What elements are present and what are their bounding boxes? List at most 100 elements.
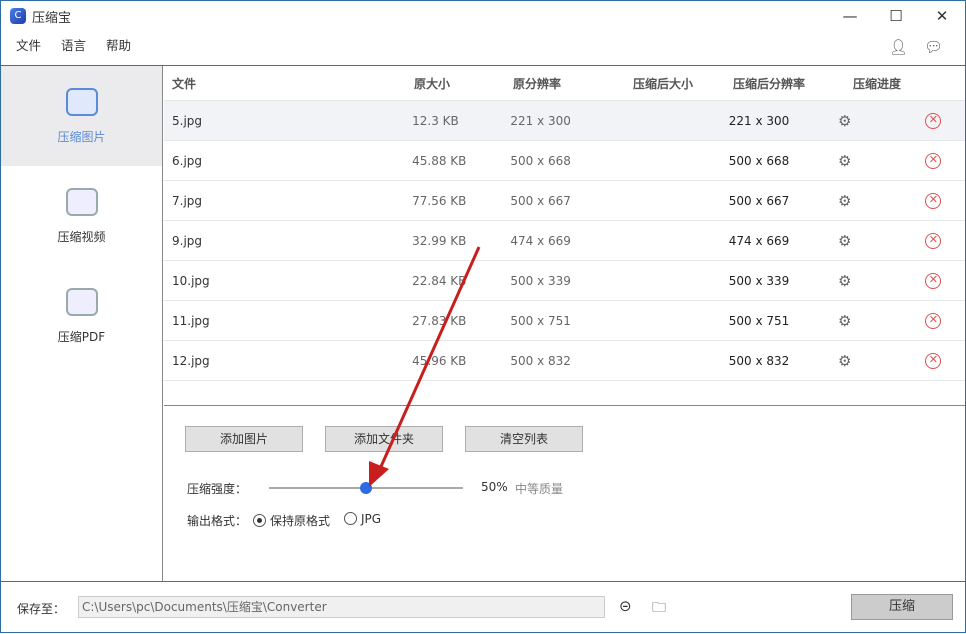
video-camera-icon: [66, 188, 98, 216]
add-folder-button[interactable]: 添加文件夹: [325, 426, 443, 452]
cell: 500 x 832: [721, 354, 820, 368]
save-to-label: 保存至：: [17, 600, 65, 617]
sidebar-item-compress-image[interactable]: 压缩图片: [1, 66, 162, 166]
cell: 474 x 669: [721, 234, 820, 248]
cell: 27.83 KB: [404, 314, 502, 328]
remove-icon[interactable]: ✕: [925, 273, 941, 289]
menu-file[interactable]: 文件: [16, 35, 41, 54]
cell: 221 x 300: [721, 114, 820, 128]
remove-icon[interactable]: ✕: [925, 153, 941, 169]
clear-list-button[interactable]: 清空列表: [465, 426, 583, 452]
close-button[interactable]: ✕: [919, 1, 965, 31]
minimize-button[interactable]: —: [827, 1, 873, 31]
cell: 77.56 KB: [404, 194, 502, 208]
remove-icon[interactable]: ✕: [925, 113, 941, 129]
cell: 500 x 667: [502, 194, 621, 208]
cell: 500 x 668: [502, 154, 621, 168]
cell: 7.jpg: [164, 194, 404, 208]
cell: 10.jpg: [164, 274, 404, 288]
table-row[interactable]: 12.jpg45.96 KB500 x 832500 x 832⚙✕: [164, 341, 965, 381]
cell: 45.96 KB: [404, 354, 502, 368]
sidebar: 压缩图片 压缩视频 压缩PDF: [1, 66, 163, 581]
compress-button[interactable]: 压缩: [851, 594, 953, 620]
remove-button[interactable]: ✕: [925, 192, 965, 209]
strength-label: 压缩强度：: [187, 480, 247, 497]
remove-icon[interactable]: ✕: [925, 233, 941, 249]
more-options-icon[interactable]: ⊝: [619, 597, 632, 615]
file-table: 文件 原大小 原分辨率 压缩后大小 压缩后分辨率 压缩进度 5.jpg12.3 …: [164, 66, 965, 381]
radio-label: 保持原格式: [270, 514, 330, 528]
output-path-input[interactable]: C:\Users\pc\Documents\压缩宝\Converter: [78, 596, 605, 618]
cell: 500 x 668: [721, 154, 820, 168]
user-icon[interactable]: 👤︎: [889, 38, 908, 56]
camera-icon: [66, 88, 98, 116]
table-row[interactable]: 10.jpg22.84 KB500 x 339500 x 339⚙✕: [164, 261, 965, 301]
sidebar-item-compress-video[interactable]: 压缩视频: [1, 166, 162, 266]
cell: 500 x 832: [502, 354, 621, 368]
cell: 5.jpg: [164, 114, 404, 128]
remove-button[interactable]: ✕: [925, 312, 965, 329]
radio-icon: [253, 514, 266, 527]
cell: 32.99 KB: [404, 234, 502, 248]
format-original-radio[interactable]: 保持原格式: [253, 512, 330, 529]
strength-value: 50%: [481, 480, 508, 494]
table-row[interactable]: 6.jpg45.88 KB500 x 668500 x 668⚙✕: [164, 141, 965, 181]
divider: [1, 581, 965, 582]
strength-slider[interactable]: [269, 487, 463, 489]
col-comp-size: 压缩后大小: [625, 75, 725, 92]
col-orig-size: 原大小: [406, 75, 505, 92]
remove-button[interactable]: ✕: [925, 232, 965, 249]
cell: 12.jpg: [164, 354, 404, 368]
remove-icon[interactable]: ✕: [925, 313, 941, 329]
sidebar-item-label: 压缩图片: [57, 128, 105, 145]
table-row[interactable]: 9.jpg32.99 KB474 x 669474 x 669⚙✕: [164, 221, 965, 261]
remove-icon[interactable]: ✕: [925, 193, 941, 209]
cell: 500 x 751: [502, 314, 621, 328]
divider: [164, 405, 965, 406]
remove-button[interactable]: ✕: [925, 272, 965, 289]
sidebar-item-label: 压缩视频: [57, 228, 105, 245]
remove-icon[interactable]: ✕: [925, 353, 941, 369]
cell: 45.88 KB: [404, 154, 502, 168]
remove-button[interactable]: ✕: [925, 352, 965, 369]
cell: 500 x 339: [721, 274, 820, 288]
table-row[interactable]: 11.jpg27.83 KB500 x 751500 x 751⚙✕: [164, 301, 965, 341]
cell: 500 x 339: [502, 274, 621, 288]
table-row[interactable]: 7.jpg77.56 KB500 x 667500 x 667⚙✕: [164, 181, 965, 221]
format-label: 输出格式：: [187, 512, 247, 529]
maximize-button[interactable]: ☐: [873, 1, 919, 31]
menu-language[interactable]: 语言: [61, 35, 86, 54]
sidebar-item-label: 压缩PDF: [58, 328, 105, 345]
cell: 6.jpg: [164, 154, 404, 168]
folder-icon[interactable]: 🗀: [652, 597, 666, 621]
sidebar-item-compress-pdf[interactable]: 压缩PDF: [1, 266, 162, 366]
chat-icon[interactable]: 💬︎: [924, 38, 943, 56]
cell: 500 x 667: [721, 194, 820, 208]
cell: 22.84 KB: [404, 274, 502, 288]
app-logo-icon: C: [10, 8, 26, 24]
title-bar: C 压缩宝 — ☐ ✕: [1, 1, 965, 31]
app-title: 压缩宝: [32, 7, 71, 26]
cell: 221 x 300: [502, 114, 621, 128]
col-file: 文件: [164, 75, 406, 92]
cell: 474 x 669: [502, 234, 621, 248]
remove-button[interactable]: ✕: [925, 112, 965, 129]
cell: 11.jpg: [164, 314, 404, 328]
table-header: 文件 原大小 原分辨率 压缩后大小 压缩后分辨率 压缩进度: [164, 66, 965, 101]
cell: 9.jpg: [164, 234, 404, 248]
menu-bar: 文件 语言 帮助: [1, 35, 131, 54]
cell: 12.3 KB: [404, 114, 502, 128]
quality-text: 中等质量: [515, 480, 563, 497]
pdf-file-icon: [66, 288, 98, 316]
menu-help[interactable]: 帮助: [106, 35, 131, 54]
remove-button[interactable]: ✕: [925, 152, 965, 169]
slider-knob[interactable]: [360, 482, 372, 494]
add-image-button[interactable]: 添加图片: [185, 426, 303, 452]
cell: 500 x 751: [721, 314, 820, 328]
col-orig-res: 原分辨率: [505, 75, 625, 92]
col-progress: 压缩进度: [845, 75, 925, 92]
format-jpg-radio[interactable]: JPG: [344, 512, 381, 526]
table-row[interactable]: 5.jpg12.3 KB221 x 300221 x 300⚙✕: [164, 101, 965, 141]
col-comp-res: 压缩后分辨率: [725, 75, 845, 92]
radio-label: JPG: [361, 512, 381, 526]
